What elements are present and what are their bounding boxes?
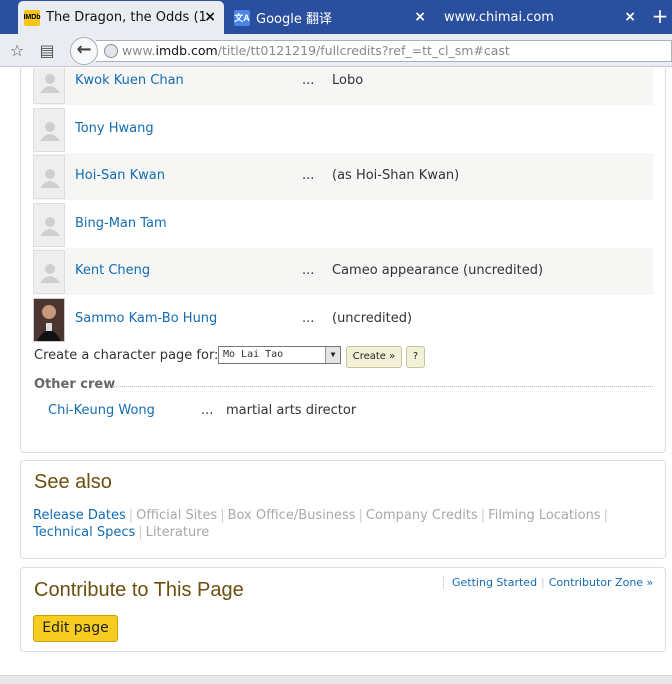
technical-specs-link[interactable]: Technical Specs (33, 525, 135, 540)
imdb-favicon-icon: IMDb (23, 9, 41, 26)
tab-title: www.chimai.com (444, 10, 554, 25)
filming-locations-link: Filming Locations (488, 508, 601, 523)
new-tab-icon[interactable]: + (650, 6, 670, 27)
cast-name-link[interactable]: Bing-Man Tam (75, 216, 167, 231)
no-photo-icon[interactable] (33, 68, 65, 104)
see-also-box: See also Release Dates | Official Sites | Bo… (20, 460, 666, 559)
navigation-bar: ☆ ▤ www.imdb.com/title/tt0121219/fullcre… (0, 34, 672, 67)
release-dates-link[interactable]: Release Dates (33, 508, 126, 523)
url-prefix: www. (122, 43, 156, 58)
crew-role: martial arts director (226, 403, 357, 418)
no-photo-icon[interactable] (33, 203, 65, 247)
character-name: Cameo appearance (uncredited) (332, 263, 544, 278)
url-host: imdb.com (155, 43, 218, 58)
crew-ellipsis: ... (201, 403, 214, 418)
contribute-heading: Contribute to This Page (34, 579, 244, 601)
other-crew-heading: Other crew (34, 377, 116, 392)
page-content: Kwok Kuen Chan ... Lobo Tony Hwang Hoi-S… (0, 68, 672, 684)
cast-name-link[interactable]: Kent Cheng (75, 263, 150, 278)
see-also-heading: See also (34, 471, 112, 493)
no-photo-icon[interactable] (33, 155, 65, 199)
close-tab-icon[interactable]: × (414, 9, 426, 25)
character-name: (as Hoi-Shan Kwan) (332, 168, 460, 183)
address-bar[interactable]: www.imdb.com/title/tt0121219/fullcredits… (96, 40, 672, 62)
cast-name-link[interactable]: Hoi-San Kwan (75, 168, 165, 183)
actor-headshot[interactable] (33, 298, 65, 342)
no-photo-icon[interactable] (33, 108, 65, 152)
cast-ellipsis: ... (302, 168, 315, 183)
cast-ellipsis: ... (302, 73, 315, 88)
tab-title: The Dragon, the Odds (1... (46, 10, 206, 25)
edit-page-button[interactable]: Edit page (33, 615, 118, 642)
full-credits-panel: Kwok Kuen Chan ... Lobo Tony Hwang Hoi-S… (20, 68, 666, 453)
cast-name-link[interactable]: Kwok Kuen Chan (75, 73, 184, 88)
cast-name-link[interactable]: Tony Hwang (75, 121, 154, 136)
page-footer-strip (0, 675, 672, 684)
cast-ellipsis: ... (302, 311, 315, 326)
cast-name-link[interactable]: Sammo Kam-Bo Hung (75, 311, 217, 326)
company-credits-link: Company Credits (365, 508, 478, 523)
bookmark-star-icon[interactable]: ☆ (8, 42, 26, 60)
create-character-row: Create a character page for: Mo Lai Tao … (34, 346, 634, 368)
crew-name-link[interactable]: Chi-Keung Wong (48, 403, 155, 418)
cast-ellipsis: ... (302, 263, 315, 278)
tab-google-translate[interactable]: 文A Google 翻译 × (228, 1, 434, 34)
cast-row: Bing-Man Tam (33, 201, 653, 248)
getting-started-link[interactable]: Getting Started (452, 576, 537, 589)
help-button[interactable]: ? (406, 346, 425, 368)
tab-chimai[interactable]: www.chimai.com × (438, 1, 644, 34)
tab-bar: IMDb The Dragon, the Odds (1... × 文A Goo… (0, 0, 672, 34)
close-tab-icon[interactable]: × (624, 9, 636, 25)
official-sites-link: Official Sites (136, 508, 218, 523)
see-also-links: Release Dates | Official Sites | Box Office/… (33, 508, 608, 540)
cast-row: Sammo Kam-Bo Hung ... (uncredited) (33, 296, 653, 343)
character-name: Lobo (332, 73, 364, 88)
dropdown-arrow-icon[interactable]: ▼ (325, 347, 340, 363)
section-divider (112, 386, 653, 387)
cast-row: Kwok Kuen Chan ... Lobo (33, 68, 653, 105)
contribute-links: Getting Started | Contributor Zone » (443, 576, 653, 589)
google-translate-favicon-icon: 文A (234, 9, 250, 26)
reading-list-icon[interactable]: ▤ (38, 42, 56, 60)
cast-row: Hoi-San Kwan ... (as Hoi-Shan Kwan) (33, 153, 653, 200)
create-character-label: Create a character page for: (34, 348, 219, 363)
box-office-link: Box Office/Business (227, 508, 356, 523)
cast-row: Kent Cheng ... Cameo appearance (uncredi… (33, 248, 653, 295)
cast-row: Tony Hwang (33, 106, 653, 153)
create-button[interactable]: Create » (346, 346, 402, 368)
character-name: (uncredited) (332, 311, 413, 326)
globe-icon (104, 44, 118, 58)
url-path: /title/tt0121219/fullcredits?ref_=tt_cl_… (217, 43, 510, 58)
literature-link: Literature (145, 525, 210, 540)
character-select[interactable]: Mo Lai Tao ▼ (218, 346, 341, 364)
tab-title: Google 翻译 (256, 12, 332, 27)
contribute-box: Contribute to This Page Getting Started |… (20, 567, 666, 652)
tab-imdb[interactable]: IMDb The Dragon, the Odds (1... × (18, 1, 224, 34)
back-arrow-icon[interactable]: ← (70, 37, 98, 65)
contributor-zone-link[interactable]: Contributor Zone » (549, 576, 654, 589)
no-photo-icon[interactable] (33, 250, 65, 294)
selected-character: Mo Lai Tao (223, 349, 284, 360)
close-tab-icon[interactable]: × (204, 9, 216, 25)
